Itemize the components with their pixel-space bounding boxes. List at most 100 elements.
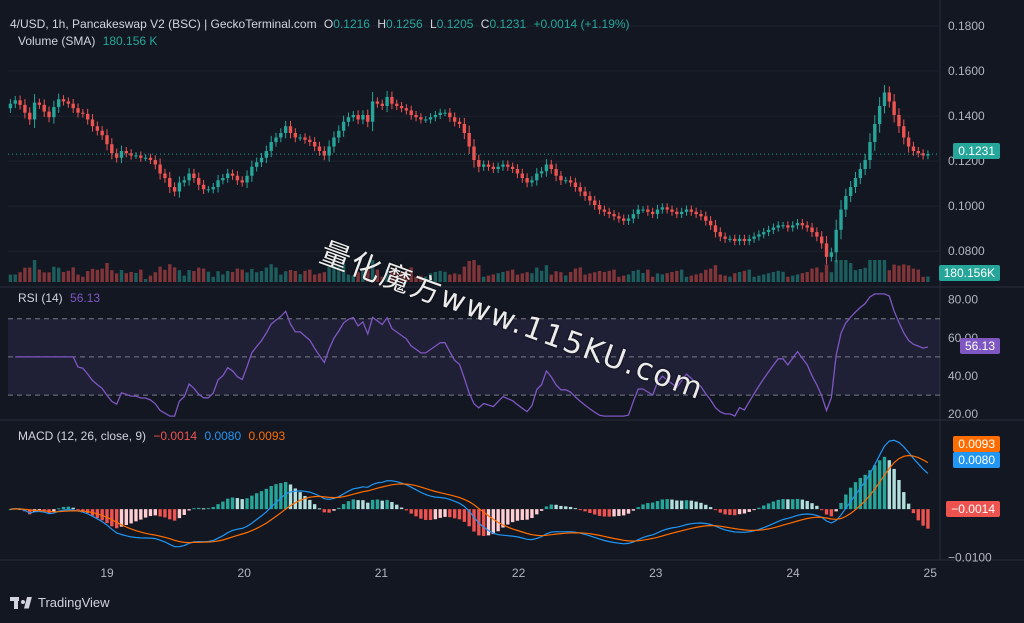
volume-bar [762,274,766,282]
rsi-label: RSI (14) [18,291,63,305]
macd-histogram-bar [718,509,722,513]
macd-histogram-bar [776,499,780,510]
macd-histogram-bar [143,509,148,518]
volume-bar [216,271,220,282]
candle-body [100,130,104,136]
volume-bar [810,268,814,282]
macd-histogram-bar [593,509,597,515]
volume-bar [892,264,896,282]
volume-bar [708,268,713,282]
macd-histogram-bar [332,509,336,511]
volume-bar [781,271,785,282]
volume-bar [559,272,563,282]
macd-histogram-bar [346,501,351,510]
candle-body [414,114,418,118]
macd-histogram-bar [230,497,235,510]
macd-histogram-bar [622,509,626,516]
candle-body [332,137,336,147]
volume-bar [496,273,500,282]
macd-histogram-bar [496,509,500,532]
macd-histogram-bar [419,509,423,519]
candle-body [679,211,684,215]
volume-bar [42,272,46,282]
macd-histogram-bar [433,509,438,520]
volume-bar [312,274,317,282]
macd-histogram-bar [704,504,708,510]
macd-line [10,439,929,548]
macd-histogram-bar [274,484,278,510]
macd-histogram-bar [530,509,534,518]
volume-bar [868,260,872,282]
volume-bar [255,272,259,282]
macd-histogram-bar [216,504,220,510]
macd-histogram-bar [404,509,409,511]
time-tick-label: 22 [512,566,526,580]
candle-body [539,171,544,174]
macd-histogram-bar [520,509,524,520]
candle-body [882,92,887,106]
tradingview-logo[interactable]: TradingView [10,595,110,610]
macd-histogram-bar [370,499,375,510]
candle-body [506,164,510,167]
candle-body [230,173,235,176]
macd-histogram-bar [708,507,713,510]
candle-body [549,164,553,170]
macd-histogram-bar [583,509,587,512]
macd-histogram-bar [337,507,341,510]
open-value: 0.1216 [333,17,370,31]
candle-body [13,100,17,104]
volume-bar [650,276,655,282]
candle-body [588,196,592,201]
volume-bar [679,269,684,282]
volume-bar [911,268,916,282]
candle-body [172,187,177,192]
macd-histogram-bar [762,505,766,510]
volume-bar [71,267,75,282]
candle-body [452,117,457,122]
volume-bar [61,272,66,282]
candle-body [795,223,800,226]
volume-bar [815,267,819,282]
candle-body [346,117,351,122]
candle-body [42,104,46,112]
macd-histogram-bar [177,509,182,519]
macd-histogram-bar [312,504,317,510]
candle-body [491,166,496,170]
low-value: 0.1205 [436,17,474,31]
candle-body [525,178,529,183]
candle-body [424,119,428,121]
macd-histogram-bar [110,509,114,527]
candle-body [163,173,167,179]
candle-body [554,169,558,176]
volume-bar [172,267,177,282]
macd-histogram-bar [105,509,109,524]
volume-bar [771,272,776,282]
volume-bar [733,273,737,282]
candle-body [428,117,433,120]
candle-body [124,151,129,154]
candle-body [293,132,298,138]
volume-bar [824,264,829,282]
candle-body [57,99,61,108]
candle-body [873,123,877,142]
volume-legend: Volume (SMA) 180.156 K [18,34,161,48]
macd-histogram-bar [612,509,616,517]
time-tick-label: 24 [786,566,800,580]
macd-histogram-bar [134,509,138,522]
candle-body [631,214,636,219]
candle-body [322,151,326,156]
candle-body [868,141,872,161]
volume-bar [230,272,235,282]
candle-body [438,112,442,115]
macd-histogram-bar [327,509,331,513]
macd-histogram-bar [351,499,355,510]
macd-histogram-bar [646,503,650,510]
candle-body [370,101,375,122]
volume-bar [37,269,42,282]
macd-histogram-bar [57,508,61,510]
candle-body [805,225,809,228]
time-tick-label: 20 [238,566,252,580]
volume-bar [887,270,891,282]
candle-body [906,137,911,147]
candle-body [689,209,693,212]
